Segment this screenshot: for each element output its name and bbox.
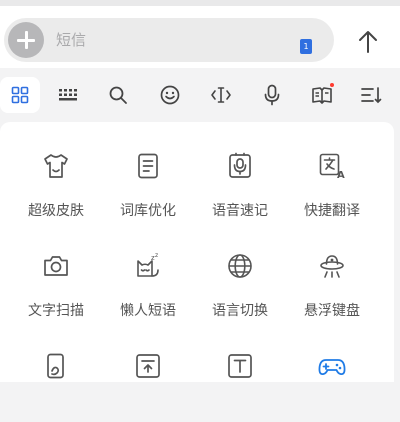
- book-icon: [312, 87, 332, 104]
- toolbar-keyboard-button[interactable]: [49, 76, 87, 114]
- phone-hand-icon: [47, 353, 64, 379]
- feature-label: 文字扫描: [28, 303, 84, 319]
- feature-label: 语言切换: [212, 303, 268, 319]
- toolbar-more-button[interactable]: [352, 76, 390, 114]
- toolbar-book-button[interactable]: [303, 76, 341, 114]
- text-cursor-icon: [211, 87, 231, 103]
- keyboard-box-icon: [136, 354, 160, 378]
- translate-icon: A: [319, 153, 345, 180]
- feature-label: 语音速记: [212, 203, 268, 219]
- list-sort-icon: [361, 87, 382, 104]
- feature-super-skin[interactable]: 超级皮肤: [10, 122, 102, 222]
- feature-text-scan[interactable]: 文字扫描: [10, 222, 102, 322]
- feature-phone-hand[interactable]: [10, 322, 102, 422]
- feature-voice-note[interactable]: 语音速记: [194, 122, 286, 222]
- feature-language-switch[interactable]: 语言切换: [194, 222, 286, 322]
- feature-gamepad[interactable]: [286, 322, 378, 422]
- feature-label: 懒人短语: [120, 303, 176, 319]
- apps-grid-icon: [11, 86, 29, 104]
- feature-label: 悬浮键盘: [304, 303, 360, 319]
- voice-note-icon: [229, 152, 251, 178]
- feature-lazy-phrases[interactable]: z z 懒人短语: [102, 222, 194, 322]
- feature-dictionary-optimize[interactable]: 词库优化: [102, 122, 194, 222]
- arrow-up-icon: [359, 31, 377, 53]
- notification-dot: [330, 83, 334, 87]
- svg-text:A: A: [337, 170, 345, 180]
- feature-text-box[interactable]: [194, 322, 286, 422]
- compose-bar: 短信 1: [0, 6, 400, 68]
- sms-input[interactable]: 短信 1: [4, 18, 334, 62]
- add-attachment-button[interactable]: [8, 22, 44, 58]
- camera-icon: [44, 256, 68, 276]
- feature-floating-keyboard[interactable]: 悬浮键盘: [286, 222, 378, 322]
- document-icon: [138, 153, 158, 179]
- tshirt-icon: [44, 154, 68, 178]
- text-box-icon: [228, 354, 252, 378]
- feature-label: 词库优化: [120, 203, 176, 219]
- feature-keyboard-box[interactable]: [102, 322, 194, 422]
- microphone-icon: [264, 84, 280, 106]
- sim-card-icon[interactable]: 1: [300, 39, 312, 54]
- toolbar-emoji-button[interactable]: [151, 76, 189, 114]
- keyboard-toolbar: [0, 68, 400, 122]
- feature-label: 快捷翻译: [304, 203, 360, 219]
- feature-label: 超级皮肤: [28, 203, 84, 219]
- feature-panel: 超级皮肤 词库优化 语音速记 A 快捷翻译 文字扫描 z z 懒人短语 语言切换…: [0, 122, 394, 382]
- sms-placeholder: 短信: [56, 31, 87, 49]
- emoji-icon: [160, 85, 180, 105]
- send-button[interactable]: [348, 22, 388, 62]
- toolbar-apps-button[interactable]: [0, 77, 40, 113]
- ufo-icon: [320, 255, 344, 278]
- svg-text:z: z: [155, 252, 158, 259]
- globe-icon: [228, 254, 252, 278]
- feature-quick-translate[interactable]: A 快捷翻译: [286, 122, 378, 222]
- toolbar-search-button[interactable]: [99, 76, 137, 114]
- lazy-cat-icon: z z: [137, 252, 159, 277]
- toolbar-cursor-button[interactable]: [202, 76, 240, 114]
- search-icon: [109, 86, 127, 104]
- gamepad-icon: [318, 359, 346, 376]
- keyboard-icon: [59, 89, 77, 101]
- toolbar-voice-button[interactable]: [253, 76, 291, 114]
